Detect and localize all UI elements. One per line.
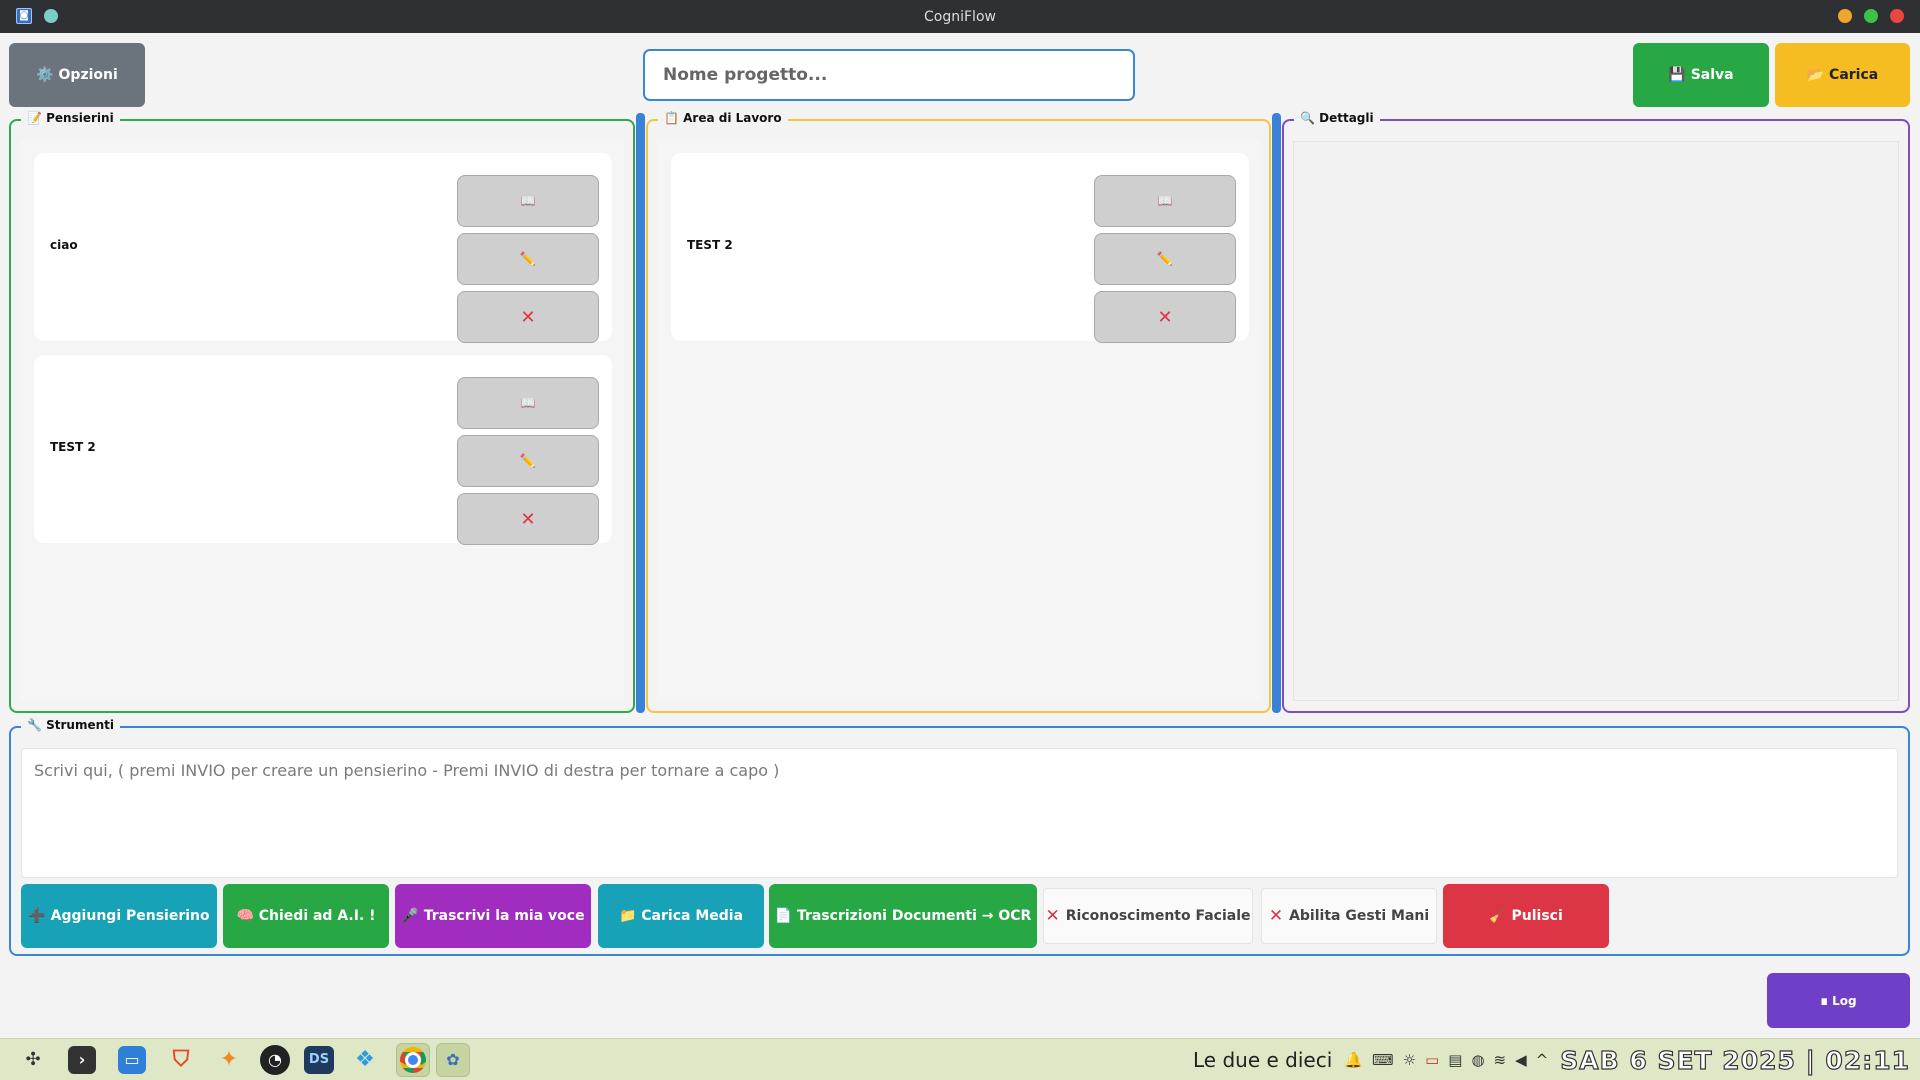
launcher-icon[interactable]: ✣ [16, 1043, 50, 1077]
save-button[interactable]: 💾 Salva [1633, 43, 1769, 107]
pensierino-label: TEST 2 [50, 440, 96, 454]
disabled-icon: ✕ [1045, 906, 1060, 926]
book-icon: 📖 [1157, 194, 1173, 208]
splitter-handle[interactable] [636, 113, 645, 713]
pencil-icon: ✏️ [1156, 251, 1174, 267]
clear-button[interactable]: 🧹 Pulisci [1443, 884, 1609, 948]
ask-ai-button[interactable]: 🧠 Chiedi ad A.I. ! [223, 884, 389, 948]
pensierino-card[interactable]: ciao 📖 ✏️ ✕ [34, 153, 612, 343]
pensierini-panel: 📝 Pensierini ciao 📖 ✏️ ✕ TEST 2 📖 ✏️ ✕ [9, 111, 635, 713]
battery-icon[interactable]: ▭ [1425, 1051, 1439, 1069]
face-recognition-label: Riconoscimento Faciale [1065, 908, 1251, 924]
work-area-title: 📋 Area di Lavoro [658, 111, 788, 125]
pensierino-label: ciao [50, 238, 78, 252]
details-title: 🔍 Dettagli [1294, 111, 1380, 125]
bell-icon[interactable]: 🔔 [1344, 1051, 1363, 1069]
pensierini-title: 📝 Pensierini [21, 111, 120, 125]
keyboard-icon[interactable]: ⌨ [1372, 1051, 1394, 1069]
delete-button[interactable]: ✕ [457, 493, 599, 545]
pin-icon[interactable] [44, 9, 58, 23]
splitter-handle[interactable] [1272, 113, 1281, 713]
disabled-icon: ✕ [1268, 906, 1284, 926]
window-title: CogniFlow [924, 8, 996, 25]
volume-icon[interactable]: ◀ [1515, 1051, 1527, 1069]
delete-icon: ✕ [1157, 306, 1173, 328]
chrome-icon[interactable] [396, 1042, 430, 1077]
app-icon: ◙ [16, 8, 32, 24]
spoken-time: Le due e dieci [1193, 1048, 1333, 1072]
transcribe-voice-button[interactable]: 🎤 Trascrivi la mia voce [395, 884, 591, 948]
pencil-icon: ✏️ [519, 453, 537, 469]
load-media-button[interactable]: 📁 Carica Media [598, 884, 764, 948]
obs-icon[interactable]: ◔ [260, 1044, 290, 1075]
face-recognition-toggle[interactable]: ✕ Riconoscimento Faciale [1043, 888, 1253, 944]
project-name-input[interactable] [643, 49, 1135, 101]
book-icon: 📖 [520, 396, 536, 410]
network-icon[interactable]: ◍ [1471, 1051, 1484, 1069]
cogniflow-taskbar-icon[interactable]: ✿ [436, 1042, 470, 1077]
edit-button[interactable]: ✏️ [1094, 233, 1236, 285]
fox-icon[interactable]: ✦ [212, 1043, 246, 1077]
edit-button[interactable]: ✏️ [457, 435, 599, 487]
work-area-list: TEST 2 📖 ✏️ ✕ [657, 141, 1260, 701]
cubes-icon[interactable]: ❖ [348, 1043, 382, 1077]
read-button[interactable]: 📖 [457, 377, 599, 429]
terminal-icon[interactable]: › [68, 1045, 96, 1074]
details-panel: 🔍 Dettagli [1282, 111, 1910, 713]
add-pensierino-button[interactable]: ➕ Aggiungi Pensierino [21, 884, 217, 948]
maximize-button[interactable] [1864, 9, 1878, 23]
work-area-label: TEST 2 [687, 238, 733, 252]
pensierini-list: ciao 📖 ✏️ ✕ TEST 2 📖 ✏️ ✕ [20, 141, 624, 701]
read-button[interactable]: 📖 [457, 175, 599, 227]
wifi-icon[interactable]: ≋ [1494, 1051, 1507, 1069]
clipboard-icon[interactable]: ▤ [1448, 1051, 1462, 1069]
pencil-icon: ✏️ [519, 251, 537, 267]
book-icon: 📖 [520, 194, 536, 208]
minimize-button[interactable] [1838, 9, 1852, 23]
load-button[interactable]: 📂 Carica [1775, 43, 1910, 107]
hand-gestures-toggle[interactable]: ✕ Abilita Gesti Mani [1261, 888, 1437, 944]
brightness-icon[interactable]: ☼ [1403, 1051, 1416, 1069]
tools-panel: 🔧 Strumenti Scrivi qui, ( premi INVIO pe… [9, 718, 1910, 956]
delete-icon: ✕ [520, 508, 536, 530]
delete-button[interactable]: ✕ [457, 291, 599, 343]
delete-icon: ✕ [520, 306, 536, 328]
chevron-up-icon[interactable]: ^ [1536, 1051, 1549, 1069]
ds-icon[interactable]: DS [304, 1045, 334, 1074]
thought-input[interactable]: Scrivi qui, ( premi INVIO per creare un … [21, 748, 1898, 878]
pensierino-card[interactable]: TEST 2 📖 ✏️ ✕ [34, 355, 612, 545]
edit-button[interactable]: ✏️ [457, 233, 599, 285]
clock[interactable]: SAB 6 SET 2025 | 02:11 [1560, 1045, 1910, 1075]
brave-icon[interactable]: ⛉ [164, 1043, 198, 1077]
log-button[interactable]: ∎ Log [1767, 973, 1910, 1028]
options-button[interactable]: ⚙️ Opzioni [9, 43, 145, 107]
details-content [1293, 141, 1899, 701]
ocr-button[interactable]: 📄 Trascrizioni Documenti → OCR [769, 884, 1037, 948]
close-button[interactable] [1890, 9, 1904, 23]
system-tray: Le due e dieci 🔔 ⌨ ☼ ▭ ▤ ◍ ≋ ◀ ^ SAB 6 S… [1193, 1039, 1910, 1080]
work-area-panel: 📋 Area di Lavoro TEST 2 📖 ✏️ ✕ [646, 111, 1271, 713]
files-icon[interactable]: ▭ [118, 1045, 146, 1074]
taskbar: ✣ › ▭ ⛉ ✦ ◔ DS ❖ ✿ Le due e dieci 🔔 ⌨ ☼ … [0, 1038, 1920, 1080]
title-bar: ◙ CogniFlow [0, 0, 1920, 33]
read-button[interactable]: 📖 [1094, 175, 1236, 227]
delete-button[interactable]: ✕ [1094, 291, 1236, 343]
work-area-card[interactable]: TEST 2 📖 ✏️ ✕ [671, 153, 1249, 343]
hand-gestures-label: Abilita Gesti Mani [1289, 908, 1430, 924]
tools-title: 🔧 Strumenti [21, 718, 120, 732]
